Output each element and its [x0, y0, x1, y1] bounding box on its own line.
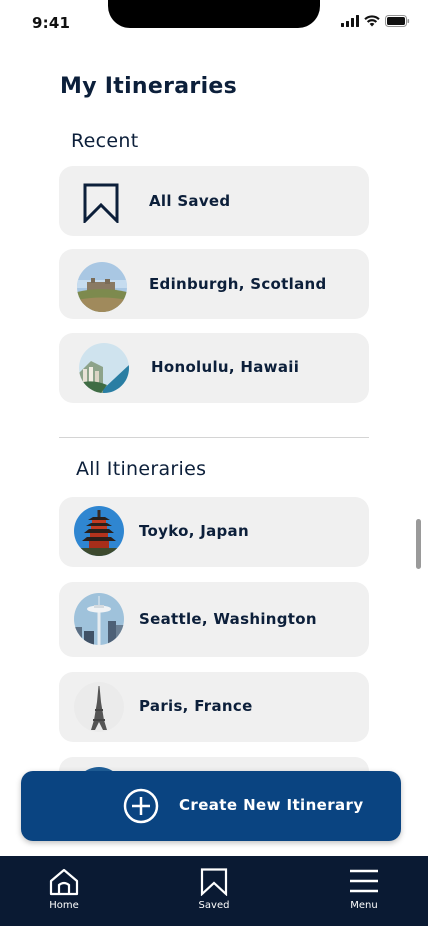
plus-circle-icon	[123, 788, 159, 824]
itinerary-item-label: Toyko, Japan	[139, 522, 249, 540]
recent-item-all-saved[interactable]: All Saved	[59, 166, 369, 236]
device-notch	[108, 0, 320, 28]
itinerary-item-label: Seattle, Washington	[139, 610, 317, 628]
honolulu-photo	[79, 343, 129, 393]
paris-photo	[74, 682, 124, 732]
nav-saved-label: Saved	[198, 900, 230, 911]
home-icon	[49, 868, 79, 896]
recent-item-honolulu[interactable]: Honolulu, Hawaii	[59, 333, 369, 403]
nav-home-label: Home	[49, 900, 79, 911]
recent-item-label: Honolulu, Hawaii	[151, 358, 300, 376]
page-title: My Itineraries	[60, 74, 238, 99]
bottom-nav: Home Saved Menu	[0, 856, 428, 926]
recent-heading: Recent	[71, 130, 139, 152]
itinerary-item-tokyo[interactable]: Toyko, Japan	[59, 497, 369, 567]
cellular-signal-icon	[341, 15, 359, 27]
menu-icon	[350, 869, 378, 893]
wifi-icon	[364, 15, 380, 27]
recent-item-edinburgh[interactable]: Edinburgh, Scotland	[59, 249, 369, 319]
create-itinerary-label: Create New Itinerary	[179, 796, 364, 814]
status-time: 9:41	[32, 14, 71, 32]
itinerary-item-seattle[interactable]: Seattle, Washington	[59, 582, 369, 657]
recent-item-label: All Saved	[149, 192, 231, 210]
nav-menu[interactable]: Menu	[324, 856, 404, 926]
status-icons	[341, 15, 410, 27]
status-bar: 9:41	[0, 0, 428, 46]
bookmark-icon	[83, 183, 119, 223]
edinburgh-photo	[77, 262, 127, 312]
seattle-photo	[74, 593, 124, 645]
nav-menu-label: Menu	[350, 900, 378, 911]
itinerary-item-paris[interactable]: Paris, France	[59, 672, 369, 742]
create-itinerary-button[interactable]: Create New Itinerary	[21, 771, 401, 841]
itinerary-item-label: Paris, France	[139, 697, 253, 715]
scrollbar-thumb[interactable]	[416, 519, 421, 569]
battery-icon	[385, 15, 410, 27]
recent-item-label: Edinburgh, Scotland	[149, 275, 327, 293]
section-divider	[59, 437, 369, 438]
bookmark-icon	[200, 868, 228, 896]
nav-saved[interactable]: Saved	[174, 856, 254, 926]
tokyo-photo	[74, 506, 124, 556]
nav-home[interactable]: Home	[24, 856, 104, 926]
all-itineraries-heading: All Itineraries	[76, 458, 207, 480]
